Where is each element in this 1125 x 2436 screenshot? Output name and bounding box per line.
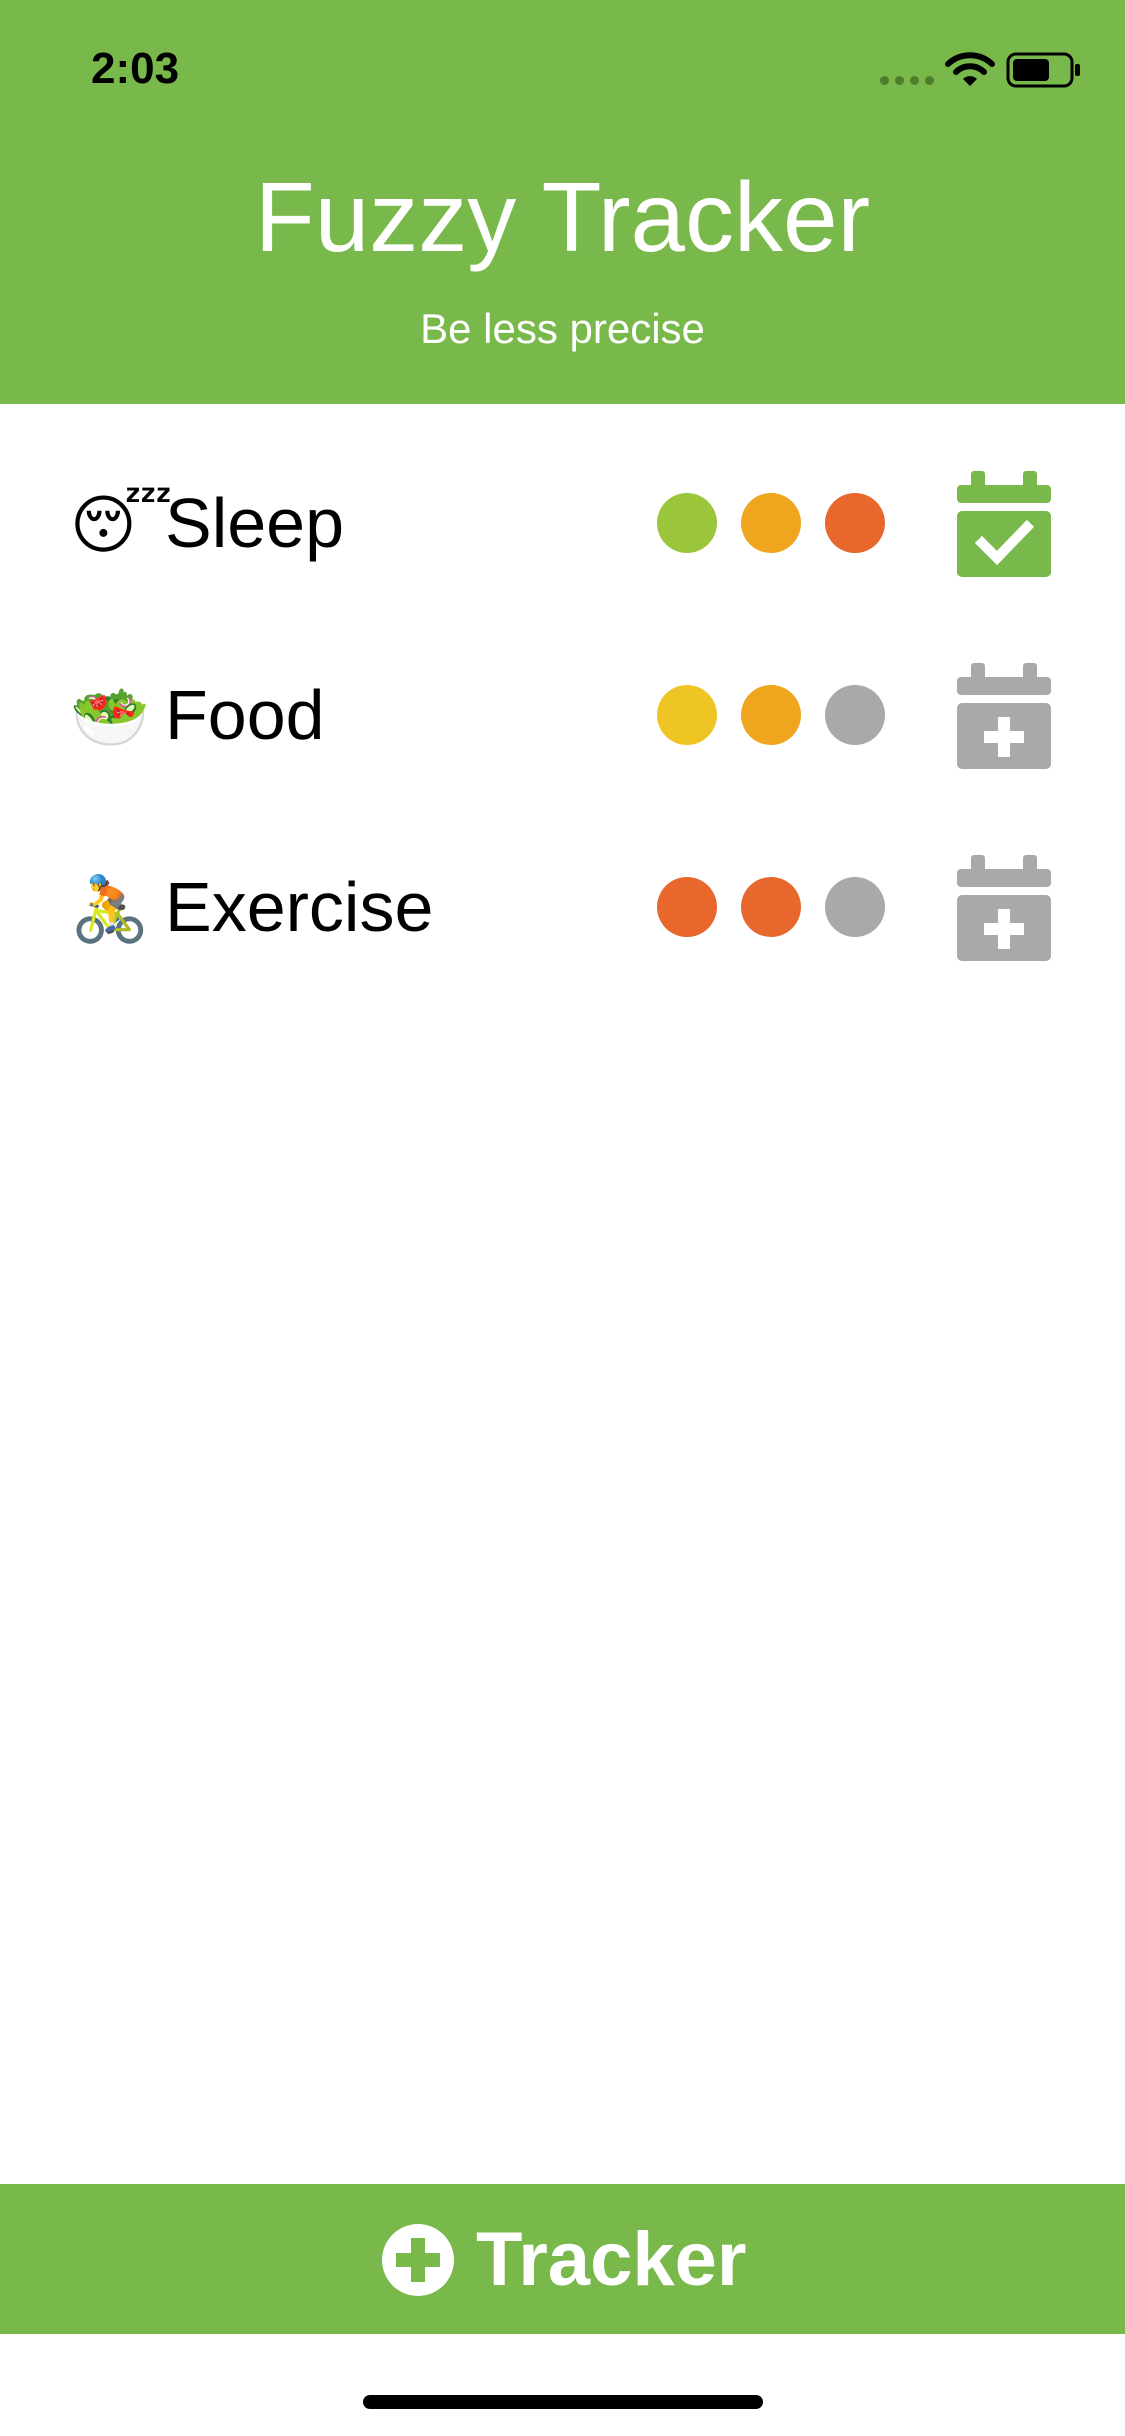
calendar-check-icon[interactable] xyxy=(955,463,1053,583)
add-tracker-label: Tracker xyxy=(476,2217,747,2302)
rating-dot[interactable] xyxy=(825,877,885,937)
cyclist-icon: 🚴 xyxy=(70,873,150,945)
rating-dot[interactable] xyxy=(741,493,801,553)
home-indicator xyxy=(363,2395,763,2409)
add-tracker-button[interactable]: Tracker xyxy=(380,2212,760,2308)
tracker-label: Exercise xyxy=(165,868,434,946)
calendar-plus-icon[interactable] xyxy=(955,655,1053,775)
add-tracker-bar[interactable]: Tracker xyxy=(0,2184,1125,2334)
salad-icon: 🥗 xyxy=(70,681,150,753)
rating-dot[interactable] xyxy=(741,877,801,937)
app-header: 2:03 Fuzzy Tracker Be less precise xyxy=(0,0,1125,404)
sleeping-face-icon: 😴 xyxy=(70,489,173,561)
tracker-row-exercise[interactable]: 🚴 Exercise xyxy=(0,847,1125,967)
plus-circle-icon xyxy=(380,2222,456,2298)
app-title: Fuzzy Tracker xyxy=(254,162,871,272)
tracker-row-sleep[interactable]: 😴 Sleep xyxy=(0,463,1125,583)
rating-dot[interactable] xyxy=(825,493,885,553)
status-time: 2:03 xyxy=(91,44,180,93)
tracker-row-food[interactable]: 🥗 Food xyxy=(0,655,1125,775)
rating-dot[interactable] xyxy=(657,493,717,553)
tracker-label: Food xyxy=(165,676,325,754)
rating-dot[interactable] xyxy=(825,685,885,745)
rating-dot[interactable] xyxy=(657,877,717,937)
wifi-icon xyxy=(945,50,995,90)
tracker-label: Sleep xyxy=(165,484,345,562)
app-subtitle: Be less precise xyxy=(420,305,705,352)
cellular-signal-icon xyxy=(880,76,936,86)
rating-dot[interactable] xyxy=(657,685,717,745)
rating-dot[interactable] xyxy=(741,685,801,745)
calendar-plus-icon[interactable] xyxy=(955,847,1053,967)
battery-icon xyxy=(1006,52,1082,88)
